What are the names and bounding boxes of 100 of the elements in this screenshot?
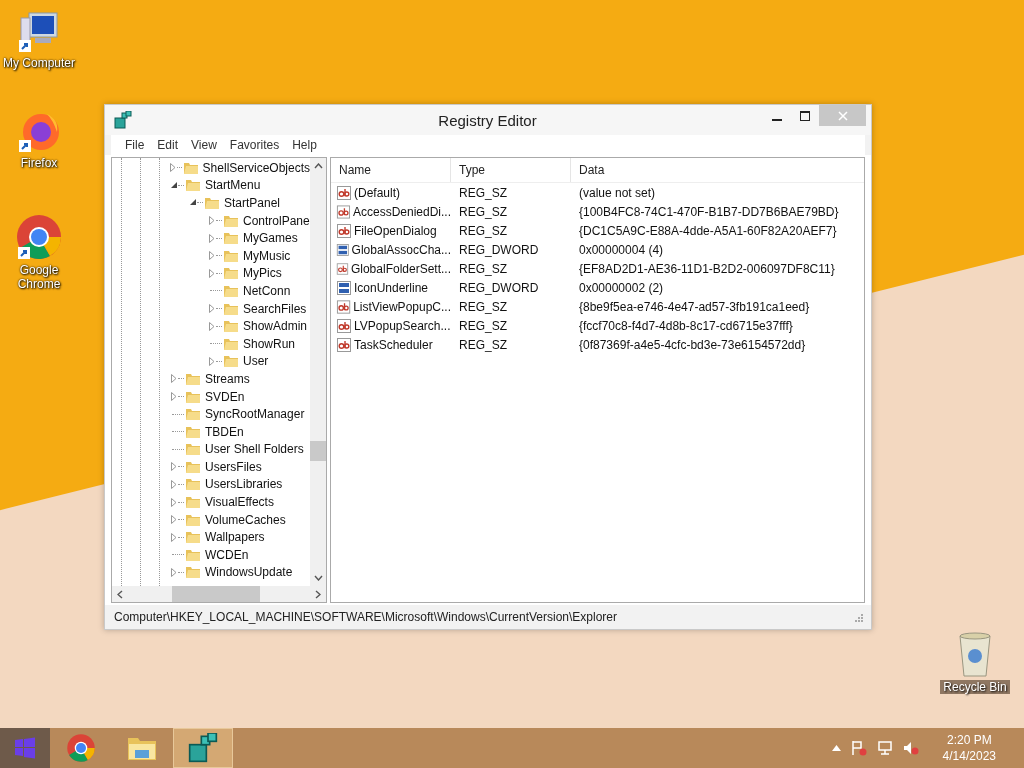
collapsed-arrow-icon[interactable] — [207, 304, 216, 314]
collapsed-arrow-icon[interactable] — [207, 356, 216, 366]
start-button[interactable] — [0, 728, 50, 768]
tree-item[interactable]: User Shell Folders — [205, 442, 304, 457]
column-header[interactable]: Type — [451, 158, 571, 182]
value-name[interactable]: IconUnderline — [354, 280, 429, 295]
tree-item[interactable]: Wallpapers — [205, 530, 265, 545]
collapsed-arrow-icon[interactable] — [207, 233, 216, 243]
value-data: (value not set) — [578, 185, 657, 200]
scroll-down-icon[interactable] — [313, 575, 323, 581]
value-name[interactable]: AccessDeniedDi... — [352, 204, 451, 219]
collapsed-arrow-icon[interactable] — [207, 251, 216, 261]
folder-icon — [185, 494, 201, 511]
folder-icon — [185, 476, 201, 493]
cubes-icon — [188, 733, 218, 763]
taskbar-app-button[interactable] — [173, 728, 233, 768]
folder-icon — [185, 529, 201, 546]
collapsed-arrow-icon[interactable] — [169, 462, 178, 472]
binary-value-icon — [336, 279, 352, 296]
collapsed-arrow-icon[interactable] — [169, 480, 178, 489]
tree-item[interactable]: TBDEn — [205, 424, 244, 439]
menu-item[interactable]: Favorites — [223, 137, 287, 153]
horizontal-scrollbar[interactable] — [112, 586, 326, 602]
expanded-arrow-icon[interactable] — [169, 180, 178, 190]
value-data: {EF8AD2D1-AE36-11D1-B2D2-006097DF8C11} — [578, 261, 836, 276]
collapsed-arrow-icon[interactable] — [207, 321, 216, 331]
value-data: {0f87369f-a4e5-4cfc-bd3e-73e6154572dd} — [578, 337, 807, 352]
resize-grip-icon[interactable] — [854, 612, 863, 622]
flag-icon[interactable] — [850, 740, 867, 756]
folder-icon — [223, 265, 239, 282]
tree-item[interactable]: Streams — [205, 371, 250, 386]
collapsed-arrow-icon[interactable] — [169, 532, 178, 542]
value-data: 0x00000004 (4) — [578, 242, 665, 257]
desktop-icon-label[interactable]: Recycle Bin — [940, 680, 1010, 694]
folder-icon — [204, 195, 220, 211]
menu-item[interactable]: Edit — [151, 137, 186, 153]
tree-item[interactable]: ControlPane — [243, 213, 310, 228]
scroll-up-icon[interactable] — [313, 163, 323, 169]
scroll-left-icon[interactable] — [117, 589, 123, 599]
tree-item[interactable]: SyncRootManager — [205, 407, 305, 422]
expanded-arrow-icon[interactable] — [188, 198, 197, 208]
tree-item[interactable]: SearchFiles — [243, 301, 307, 316]
value-name[interactable]: GlobalAssocCha... — [351, 242, 451, 257]
value-name[interactable]: TaskScheduler — [354, 337, 433, 352]
tree-item[interactable]: VisualEffects — [205, 495, 274, 510]
value-data: {DC1C5A9C-E88A-4dde-A5A1-60F82A20AEF7} — [578, 223, 838, 238]
value-type: REG_SZ — [458, 318, 508, 333]
column-header[interactable]: Name — [331, 158, 451, 182]
scroll-thumb[interactable] — [310, 441, 326, 461]
minimize-icon — [772, 118, 782, 121]
tree-item[interactable]: UsersLibraries — [205, 477, 283, 492]
recycle-bin-icon[interactable] — [957, 632, 993, 678]
tree-item[interactable]: StartMenu — [205, 178, 261, 193]
value-name[interactable]: (Default) — [354, 185, 400, 200]
value-type: REG_SZ — [458, 223, 508, 238]
cubes-icon — [114, 111, 132, 129]
tree-item[interactable]: UsersFiles — [205, 459, 262, 474]
value-name[interactable]: ListViewPopupC... — [353, 299, 451, 314]
vertical-scrollbar[interactable] — [310, 158, 326, 586]
tree-item[interactable]: ShellServiceObjects — [202, 160, 310, 175]
tree-item[interactable]: VolumeCaches — [205, 512, 286, 527]
scroll-thumb[interactable] — [172, 586, 260, 602]
tree-item[interactable]: MyGames — [243, 231, 298, 246]
collapsed-arrow-icon[interactable] — [169, 515, 178, 525]
tree-item[interactable]: StartPanel — [224, 196, 281, 210]
string-value-icon — [336, 260, 349, 277]
tree-item[interactable]: SVDEn — [205, 389, 245, 404]
speaker-muted-icon[interactable] — [902, 740, 919, 756]
tree-item[interactable]: MyPics — [243, 266, 282, 281]
menu-item[interactable]: File — [119, 137, 152, 153]
value-data: {8be9f5ea-e746-4e47-ad57-3fb191ca1eed} — [578, 299, 811, 314]
computer-icon[interactable] — [17, 10, 61, 54]
value-name[interactable]: GlobalFolderSett... — [350, 261, 451, 276]
menu-item[interactable]: View — [185, 137, 224, 153]
string-value-icon — [336, 317, 352, 334]
value-name[interactable]: FileOpenDialog — [354, 223, 437, 238]
menu-item[interactable]: Help — [286, 137, 324, 153]
scroll-right-icon[interactable] — [315, 589, 321, 599]
column-header[interactable]: Data — [571, 158, 864, 182]
chrome-icon[interactable] — [15, 213, 63, 261]
show-hidden-icons-icon[interactable] — [831, 745, 841, 751]
tree-item[interactable]: WindowsUpdate — [205, 565, 293, 580]
collapsed-arrow-icon[interactable] — [207, 216, 216, 226]
tree-item[interactable]: MyMusic — [243, 248, 291, 263]
collapsed-arrow-icon[interactable] — [169, 163, 177, 173]
collapsed-arrow-icon[interactable] — [169, 392, 178, 401]
tree-item[interactable]: WCDEn — [205, 547, 249, 562]
value-name[interactable]: LVPopupSearch... — [354, 318, 451, 333]
collapsed-arrow-icon[interactable] — [169, 567, 178, 577]
close-icon — [837, 110, 848, 121]
tree-item[interactable]: ShowAdmin — [243, 319, 308, 334]
collapsed-arrow-icon[interactable] — [207, 268, 216, 278]
collapsed-arrow-icon[interactable] — [169, 497, 178, 507]
network-icon[interactable] — [876, 740, 893, 756]
tree-item[interactable]: ShowRun — [243, 336, 296, 351]
tree-item[interactable]: User — [243, 354, 269, 369]
tree-item[interactable]: NetConn — [243, 283, 291, 298]
folder-icon — [223, 353, 239, 370]
collapsed-arrow-icon[interactable] — [169, 374, 178, 384]
binary-value-icon — [336, 241, 350, 258]
